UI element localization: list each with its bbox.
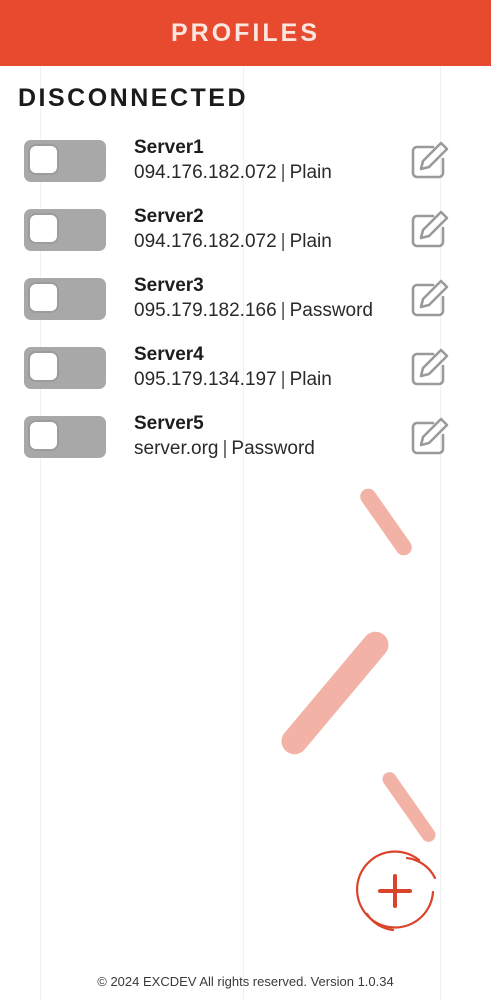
edit-icon <box>411 141 449 179</box>
detail-separator: | <box>280 231 286 252</box>
server-auth: Password <box>231 438 315 459</box>
server-row: Server4 095.179.134.197 | Plain <box>0 342 491 411</box>
server-connect-toggle[interactable] <box>24 416 106 458</box>
decorative-stroke <box>379 769 439 845</box>
connection-status-heading: DISCONNECTED <box>18 84 249 112</box>
footer-copyright: © 2024 EXCDEV All rights reserved. Versi… <box>97 974 394 989</box>
server-details: 095.179.134.197 | Plain <box>134 369 332 391</box>
server-host: 095.179.182.166 <box>134 300 277 321</box>
server-name: Server3 <box>134 275 204 296</box>
decorative-stroke <box>357 485 415 559</box>
server-auth: Plain <box>289 369 332 390</box>
server-auth: Plain <box>289 231 332 252</box>
app-header: PROFILES <box>0 0 491 66</box>
server-host: 094.176.182.072 <box>134 231 277 252</box>
edit-icon <box>411 348 449 386</box>
toggle-knob <box>28 351 59 382</box>
server-host: 094.176.182.072 <box>134 162 277 183</box>
server-name: Server5 <box>134 413 204 434</box>
decorative-stroke <box>276 626 394 760</box>
edit-icon <box>411 279 449 317</box>
edit-server-button[interactable] <box>406 138 452 184</box>
server-auth: Password <box>289 300 373 321</box>
edit-icon <box>411 417 449 455</box>
edit-server-button[interactable] <box>406 276 452 322</box>
server-connect-toggle[interactable] <box>24 209 106 251</box>
detail-separator: | <box>222 438 228 459</box>
server-row: Server3 095.179.182.166 | Password <box>0 273 491 342</box>
edit-icon <box>411 210 449 248</box>
server-details: 095.179.182.166 | Password <box>134 300 373 322</box>
server-row: Server2 094.176.182.072 | Plain <box>0 204 491 273</box>
add-server-button[interactable] <box>349 846 441 938</box>
server-details: 094.176.182.072 | Plain <box>134 231 332 253</box>
toggle-knob <box>28 213 59 244</box>
server-connect-toggle[interactable] <box>24 140 106 182</box>
server-details: 094.176.182.072 | Plain <box>134 162 332 184</box>
server-connect-toggle[interactable] <box>24 278 106 320</box>
toggle-knob <box>28 144 59 175</box>
toggle-knob <box>28 282 59 313</box>
server-name: Server2 <box>134 206 204 227</box>
detail-separator: | <box>280 300 286 321</box>
edit-server-button[interactable] <box>406 207 452 253</box>
detail-separator: | <box>280 369 286 390</box>
toggle-knob <box>28 420 59 451</box>
server-details: server.org | Password <box>134 438 315 460</box>
server-host: server.org <box>134 438 219 459</box>
edit-server-button[interactable] <box>406 414 452 460</box>
edit-server-button[interactable] <box>406 345 452 391</box>
server-host: 095.179.134.197 <box>134 369 277 390</box>
page-title: PROFILES <box>170 18 320 47</box>
server-row: Server1 094.176.182.072 | Plain <box>0 135 491 204</box>
server-auth: Plain <box>289 162 332 183</box>
server-list: Server1 094.176.182.072 | Plain Server2 09… <box>0 135 491 480</box>
server-connect-toggle[interactable] <box>24 347 106 389</box>
server-name: Server4 <box>134 344 204 365</box>
plus-icon <box>355 850 437 932</box>
server-row: Server5 server.org | Password <box>0 411 491 480</box>
detail-separator: | <box>280 162 286 183</box>
server-name: Server1 <box>134 137 204 158</box>
